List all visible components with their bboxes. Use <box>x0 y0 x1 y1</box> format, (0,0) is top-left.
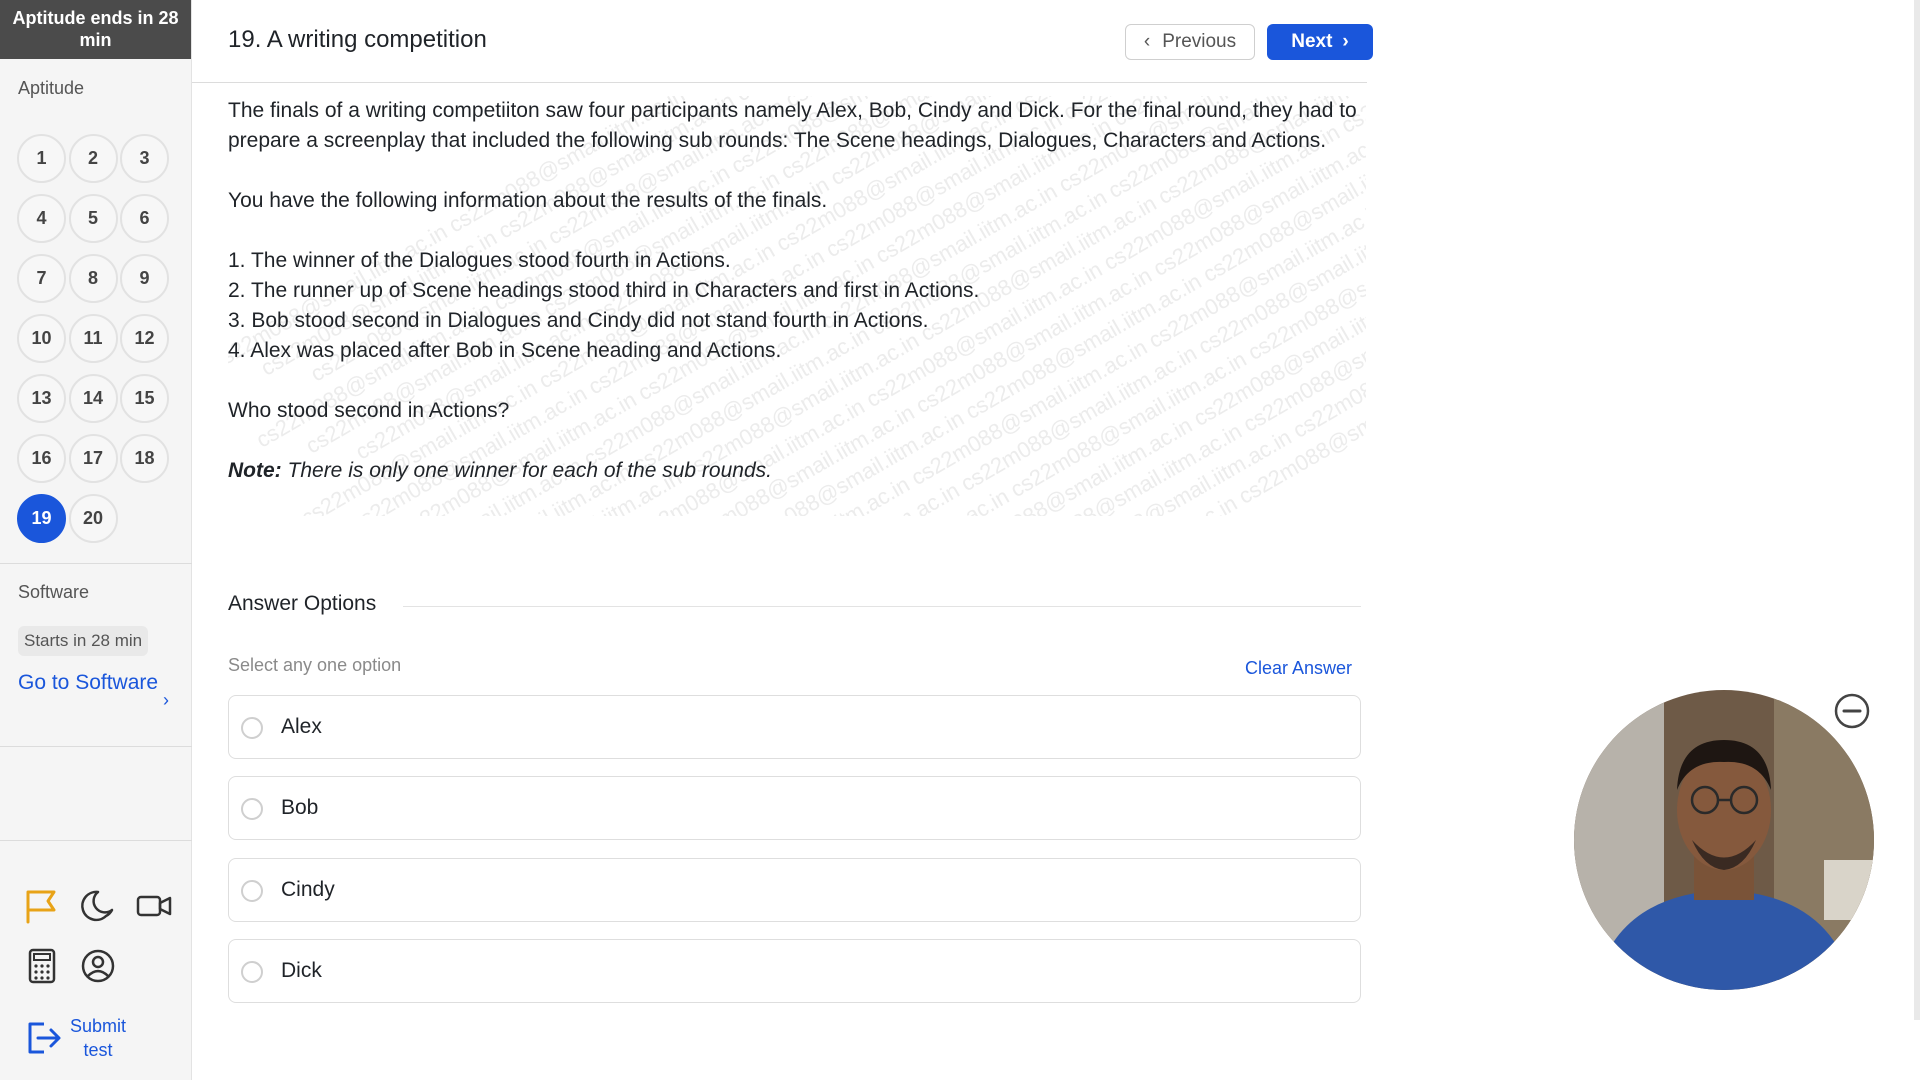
calculator-icon[interactable] <box>22 946 62 986</box>
question-number-button[interactable]: 3 <box>120 134 169 183</box>
submit-label-line1: Submit <box>70 1016 127 1036</box>
question-number-button[interactable]: 18 <box>120 434 169 483</box>
divider <box>0 746 192 747</box>
question-header: 19. A writing competition ‹ Previous Next… <box>192 0 1373 83</box>
question-title: 19. A writing competition <box>228 26 487 53</box>
answer-instruction: Select any one option <box>228 655 402 675</box>
question-number-button[interactable]: 15 <box>120 374 169 423</box>
question-note: Note: There is only one winner for each … <box>228 456 1366 486</box>
clear-answer-button[interactable]: Clear Answer <box>1245 658 1352 679</box>
section-title-software: Software <box>18 582 90 602</box>
chevron-right-icon[interactable]: › <box>163 690 169 711</box>
radio-button[interactable] <box>241 961 263 983</box>
question-number-button[interactable]: 1 <box>17 134 66 183</box>
clue-item: 1. The winner of the Dialogues stood fou… <box>228 249 731 272</box>
question-number-button[interactable]: 6 <box>120 194 169 243</box>
flag-icon[interactable] <box>22 886 62 926</box>
section-timer: Aptitude ends in 28 min <box>0 0 191 59</box>
logout-icon[interactable] <box>22 1018 62 1058</box>
question-number-button[interactable]: 12 <box>120 314 169 363</box>
clue-item: 3. Bob stood second in Dialogues and Cin… <box>228 309 929 332</box>
previous-label: Previous <box>1162 31 1237 52</box>
section-title-aptitude: Aptitude <box>18 78 85 98</box>
answer-option[interactable]: Alex <box>228 695 1361 759</box>
divider <box>0 840 192 841</box>
answer-option-label: Bob <box>281 796 319 819</box>
divider <box>403 606 1361 607</box>
question-number-button[interactable]: 13 <box>17 374 66 423</box>
question-number-button[interactable]: 16 <box>17 434 66 483</box>
question-number-button[interactable]: 14 <box>68 374 118 423</box>
question-ask: Who stood second in Actions? <box>228 399 510 422</box>
answer-option-label: Cindy <box>281 878 335 901</box>
divider <box>0 563 192 564</box>
question-number-button[interactable]: 19 <box>17 494 66 543</box>
question-paragraph: The finals of a writing competiiton saw … <box>228 99 1357 152</box>
radio-button[interactable] <box>241 880 263 902</box>
answer-option[interactable]: Bob <box>228 776 1361 840</box>
software-starts-badge: Starts in 28 min <box>18 626 149 656</box>
question-number-button[interactable]: 4 <box>17 194 66 243</box>
moon-icon[interactable] <box>78 886 118 926</box>
submit-test-button[interactable]: Submit test <box>70 1014 126 1062</box>
next-button[interactable]: Next › <box>1267 24 1373 60</box>
question-number-button[interactable]: 10 <box>17 314 66 363</box>
sidebar: Aptitude ends in 28 min Aptitude 1234567… <box>0 0 192 1080</box>
note-label: Note: <box>228 459 282 482</box>
chevron-right-icon: › <box>1342 31 1349 52</box>
scrollbar[interactable] <box>1914 0 1920 1020</box>
question-number-button[interactable]: 9 <box>120 254 169 303</box>
question-number-button[interactable]: 11 <box>68 314 118 363</box>
submit-label-line2: test <box>83 1040 113 1060</box>
clue-item: 2. The runner up of Scene headings stood… <box>228 279 980 302</box>
question-body: cs22m088@smail.iitm.ac.in cs22m088@smail… <box>228 96 1366 516</box>
previous-button[interactable]: ‹ Previous <box>1125 24 1255 60</box>
answer-option[interactable]: Dick <box>228 939 1361 1003</box>
minimize-camera-icon[interactable] <box>1833 692 1871 730</box>
radio-button[interactable] <box>241 798 263 820</box>
answer-option[interactable]: Cindy <box>228 858 1361 922</box>
answer-options-heading: Answer Options <box>228 592 377 615</box>
question-number-button[interactable]: 5 <box>68 194 118 243</box>
answer-option-label: Dick <box>281 959 322 982</box>
user-circle-icon[interactable] <box>78 946 118 986</box>
question-paragraph: You have the following information about… <box>228 189 828 212</box>
next-label: Next <box>1291 31 1333 52</box>
clue-item: 4. Alex was placed after Bob in Scene he… <box>228 339 782 362</box>
go-to-software-link[interactable]: Go to Software <box>18 668 178 698</box>
question-number-button[interactable]: 8 <box>68 254 118 303</box>
answer-option-label: Alex <box>281 715 322 738</box>
webcam-preview <box>1574 690 1874 990</box>
radio-button[interactable] <box>241 717 263 739</box>
video-camera-icon[interactable] <box>134 886 174 926</box>
question-number-button[interactable]: 17 <box>68 434 118 483</box>
question-number-button[interactable]: 20 <box>68 494 118 543</box>
chevron-left-icon: ‹ <box>1143 31 1151 52</box>
question-number-button[interactable]: 7 <box>17 254 66 303</box>
note-text: There is only one winner for each of the… <box>281 459 772 482</box>
question-number-button[interactable]: 2 <box>68 134 118 183</box>
